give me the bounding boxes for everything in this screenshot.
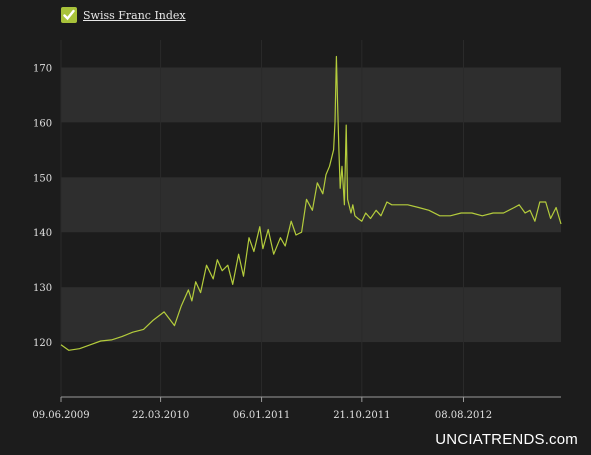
y-tick-label: 150 <box>33 173 52 184</box>
x-tick-label: 21.10.2011 <box>333 410 390 421</box>
y-tick-label: 120 <box>33 338 52 349</box>
y-tick-label: 170 <box>33 63 52 74</box>
watermark-text: UNCIATRENDS.com <box>435 431 578 448</box>
x-tick-label: 06.01.2011 <box>233 410 290 421</box>
y-tick-label: 160 <box>33 118 52 129</box>
y-tick-label: 140 <box>33 228 52 239</box>
grid-band <box>61 287 561 343</box>
chart-area: 120 130 140 150 160 170 09.06.2009 22.03.2010 0… <box>0 0 591 430</box>
x-tick-label: 08.08.2012 <box>435 410 492 421</box>
grid-band <box>61 67 561 123</box>
x-tick-label: 22.03.2010 <box>132 410 189 421</box>
line-chart: 120 130 140 150 160 170 09.06.2009 22.03.2010 0… <box>32 40 562 421</box>
x-tick-label: 09.06.2009 <box>32 410 89 421</box>
checkbox-checked-icon[interactable] <box>61 7 77 23</box>
legend-label[interactable]: Swiss Franc Index <box>83 9 186 22</box>
legend-item-swiss-franc-index[interactable]: Swiss Franc Index <box>61 7 186 23</box>
y-tick-label: 130 <box>33 283 52 294</box>
grid-band <box>61 177 561 233</box>
